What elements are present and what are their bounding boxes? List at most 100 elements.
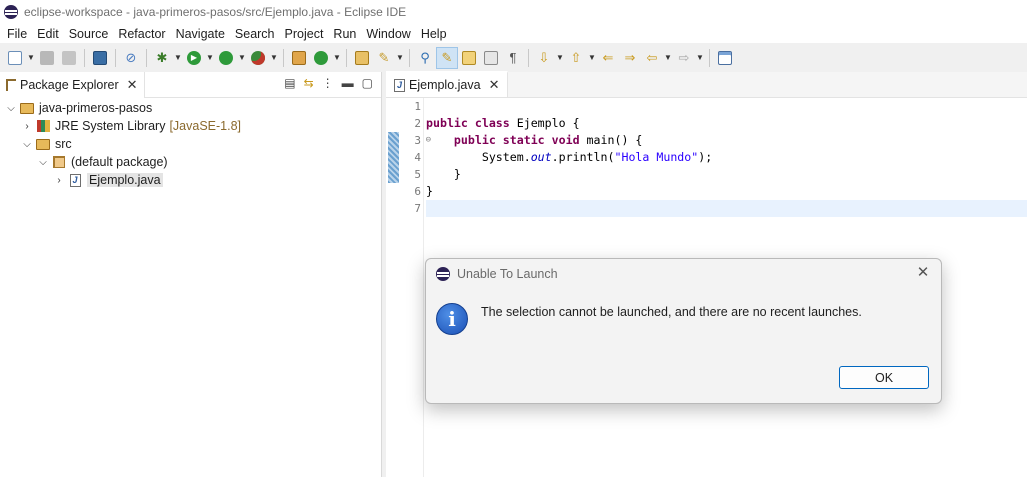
new-class-dropdown-icon[interactable]: ▼ xyxy=(332,47,342,69)
tab-ejemplo-java[interactable]: J Ejemplo.java ✕ xyxy=(386,71,509,97)
line-number: 1 xyxy=(414,100,421,113)
back-dropdown-icon[interactable]: ▼ xyxy=(663,47,673,69)
line-number: 5 xyxy=(414,168,421,181)
menu-help[interactable]: Help xyxy=(416,27,452,41)
coverage-icon[interactable] xyxy=(215,47,237,69)
dialog-message: The selection cannot be launched, and th… xyxy=(481,305,862,319)
package-label: (default package) xyxy=(71,155,168,169)
tree-item-default-package[interactable]: ⌵ (default package) xyxy=(0,153,381,171)
chevron-down-icon[interactable]: ⌵ xyxy=(36,157,50,168)
back-icon[interactable]: ⇦ xyxy=(641,47,663,69)
project-label: java-primeros-pasos xyxy=(39,101,153,115)
line-number: 2 xyxy=(414,117,421,130)
toggle-breadcrumb-icon[interactable]: ⚲ xyxy=(414,47,436,69)
save-all-icon[interactable] xyxy=(58,47,80,69)
toolbar-separator xyxy=(709,48,710,67)
tree-item-project[interactable]: ⌵ java-primeros-pasos xyxy=(0,99,381,117)
tree-item-file[interactable]: › J Ejemplo.java xyxy=(0,171,381,189)
tab-package-explorer[interactable]: Package Explorer ✕ xyxy=(0,71,145,98)
show-whitespace-icon[interactable]: ¶ xyxy=(502,47,524,69)
search-icon[interactable]: ✎ xyxy=(373,47,395,69)
tree-item-src[interactable]: ⌵ src xyxy=(0,135,381,153)
previous-annotation-icon[interactable]: ⇧ xyxy=(565,47,587,69)
menu-run[interactable]: Run xyxy=(328,27,361,41)
next-annotation-icon[interactable]: ⇩ xyxy=(533,47,555,69)
view-menu-icon[interactable]: ⋮ xyxy=(322,76,334,90)
toolbar-separator xyxy=(283,48,284,67)
editor-tab-label: Ejemplo.java xyxy=(409,78,481,92)
coverage-dropdown-icon[interactable]: ▼ xyxy=(237,47,247,69)
menu-project[interactable]: Project xyxy=(280,27,329,41)
java-project-icon xyxy=(18,101,36,115)
title-bar: eclipse-workspace - java-primeros-pasos/… xyxy=(0,0,1027,24)
unable-to-launch-dialog: Unable To Launch ✕ i The selection canno… xyxy=(425,258,942,404)
info-icon: i xyxy=(436,303,468,335)
menu-source[interactable]: Source xyxy=(64,27,114,41)
run-icon[interactable]: ▶ xyxy=(183,47,205,69)
line-number-text: 3 xyxy=(414,134,421,147)
jre-version: [JavaSE-1.8] xyxy=(169,119,242,133)
menu-navigate[interactable]: Navigate xyxy=(171,27,230,41)
code-text[interactable]: public class Ejemplo { public static voi… xyxy=(426,98,1027,217)
block-selection-icon[interactable] xyxy=(458,47,480,69)
close-icon[interactable]: ✕ xyxy=(914,264,932,282)
external-tools-dropdown-icon[interactable]: ▼ xyxy=(269,47,279,69)
dialog-titlebar: Unable To Launch ✕ xyxy=(426,259,941,289)
menu-edit[interactable]: Edit xyxy=(32,27,64,41)
search-dropdown-icon[interactable]: ▼ xyxy=(395,47,405,69)
new-icon[interactable] xyxy=(4,47,26,69)
java-file-icon: J xyxy=(66,173,84,187)
previous-annotation-dropdown-icon[interactable]: ▼ xyxy=(587,47,597,69)
chevron-right-icon[interactable]: › xyxy=(20,121,34,132)
tree-item-jre[interactable]: › JRE System Library [JavaSE-1.8] xyxy=(0,117,381,135)
link-with-editor-icon[interactable]: ⇆ xyxy=(304,76,314,90)
chevron-down-icon[interactable]: ⌵ xyxy=(20,139,34,150)
menu-file[interactable]: File xyxy=(2,27,32,41)
java-file-icon: J xyxy=(394,78,405,92)
chevron-down-icon[interactable]: ⌵ xyxy=(4,103,18,114)
line-number: 7 xyxy=(414,202,421,215)
mark-occurrences-icon[interactable]: ✎ xyxy=(436,46,458,69)
console-icon[interactable] xyxy=(89,47,111,69)
library-icon xyxy=(34,119,52,133)
forward-edit-icon[interactable]: ⇒ xyxy=(619,47,641,69)
last-edit-location-icon[interactable]: ⇐ xyxy=(597,47,619,69)
new-dropdown-icon[interactable]: ▼ xyxy=(26,47,36,69)
open-perspective-icon[interactable] xyxy=(714,47,736,69)
eclipse-logo-icon xyxy=(436,267,450,281)
toolbar-separator xyxy=(84,48,85,67)
debug-icon[interactable]: ✱ xyxy=(151,47,173,69)
run-dropdown-icon[interactable]: ▼ xyxy=(205,47,215,69)
toolbar-separator xyxy=(146,48,147,67)
toolbar-separator xyxy=(115,48,116,67)
open-type-icon[interactable] xyxy=(351,47,373,69)
close-icon[interactable]: ✕ xyxy=(489,77,500,93)
word-wrap-icon[interactable] xyxy=(480,47,502,69)
next-annotation-dropdown-icon[interactable]: ▼ xyxy=(555,47,565,69)
chevron-right-icon[interactable]: › xyxy=(52,175,66,186)
menu-refactor[interactable]: Refactor xyxy=(113,27,170,41)
external-tools-icon[interactable] xyxy=(247,47,269,69)
toolbar-separator xyxy=(409,48,410,67)
package-explorer-panel: Package Explorer ✕ ▤ ⇆ ⋮ ▬ ▢ ⌵ java-prim… xyxy=(0,71,382,477)
line-number-gutter: 1 2 3 ⊖ 4 5 6 7 xyxy=(400,98,431,477)
save-icon[interactable] xyxy=(36,47,58,69)
menu-search[interactable]: Search xyxy=(230,27,280,41)
debug-dropdown-icon[interactable]: ▼ xyxy=(173,47,183,69)
skip-breakpoints-icon[interactable]: ⊘ xyxy=(120,47,142,69)
new-java-project-icon[interactable] xyxy=(288,47,310,69)
new-java-class-icon[interactable] xyxy=(310,47,332,69)
maximize-icon[interactable]: ▢ xyxy=(362,76,373,90)
source-folder-icon xyxy=(34,137,52,151)
line-number: 6 xyxy=(414,185,421,198)
close-icon[interactable]: ✕ xyxy=(127,77,138,93)
forward-dropdown-icon[interactable]: ▼ xyxy=(695,47,705,69)
forward-icon[interactable]: ⇨ xyxy=(673,47,695,69)
ok-button[interactable]: OK xyxy=(839,366,929,389)
package-icon xyxy=(50,155,68,169)
menu-window[interactable]: Window xyxy=(361,27,415,41)
dialog-body: i The selection cannot be launched, and … xyxy=(436,303,862,335)
minimize-icon[interactable]: ▬ xyxy=(342,76,354,90)
collapse-all-icon[interactable]: ▤ xyxy=(284,76,295,90)
